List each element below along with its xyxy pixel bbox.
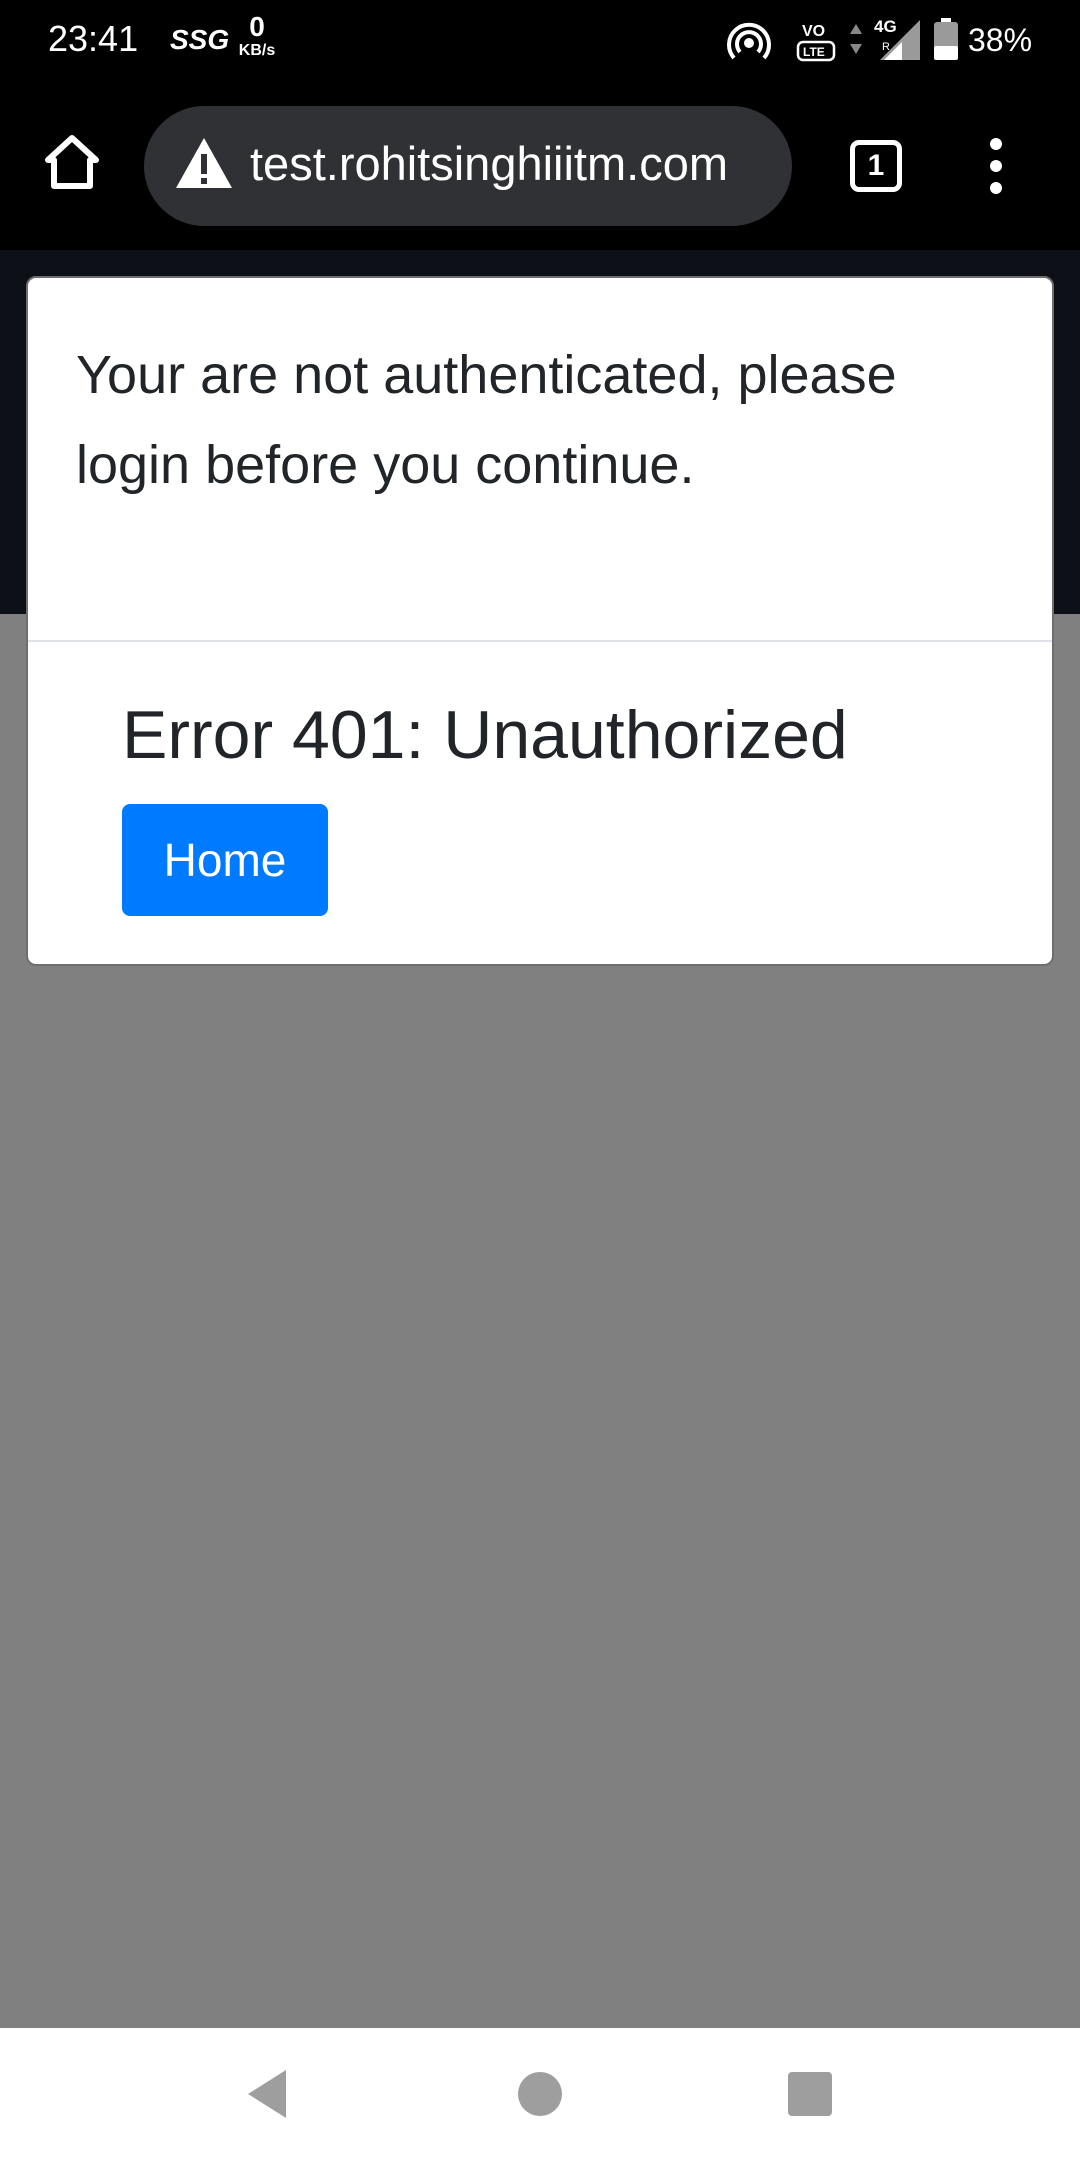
- back-icon[interactable]: [244, 2068, 290, 2120]
- carrier-badge: SSG: [170, 24, 230, 55]
- net-speed: 0 KB/s: [232, 12, 282, 60]
- tab-switcher-button[interactable]: 1: [850, 140, 902, 192]
- battery-percent: 38%: [968, 22, 1033, 58]
- modal-header: Your are not authenticated, please login…: [28, 278, 1052, 642]
- battery-icon: [934, 18, 958, 60]
- url-text[interactable]: test.rohitsinghiiitm.com: [250, 132, 770, 196]
- svg-text:VO: VO: [802, 23, 825, 40]
- svg-text:4G: 4G: [874, 17, 897, 36]
- url-bar[interactable]: test.rohitsinghiiitm.com: [144, 106, 792, 226]
- url-value: test.rohitsinghiiitm.com: [250, 137, 728, 190]
- home-button[interactable]: Home: [122, 804, 328, 916]
- auth-modal: Your are not authenticated, please login…: [26, 276, 1054, 966]
- data-arrows-icon: [850, 24, 862, 54]
- browser-toolbar: test.rohitsinghiiitm.com 1: [0, 84, 1080, 250]
- auth-message: Your are not authenticated, please login…: [76, 345, 897, 495]
- screen: 23:41 SSG 0 KB/s VO LTE 4G R 38% test.ro…: [0, 0, 1080, 2160]
- recents-icon[interactable]: [786, 2070, 834, 2118]
- volte-icon: VO LTE: [796, 23, 836, 62]
- warning-icon[interactable]: [174, 136, 234, 190]
- svg-text:LTE: LTE: [803, 45, 825, 59]
- home-circle-icon[interactable]: [516, 2070, 564, 2118]
- net-speed-unit: KB/s: [238, 42, 276, 59]
- home-icon[interactable]: [40, 130, 104, 194]
- status-time: 23:41: [48, 18, 139, 59]
- hotspot-icon: [727, 22, 771, 60]
- signal-4g-icon: 4G R: [874, 17, 920, 60]
- error-title: Error 401: Unauthorized: [122, 697, 848, 773]
- page-content: Your are not authenticated, please login…: [0, 250, 1080, 2028]
- navigation-bar: [0, 2028, 1080, 2160]
- more-vertical-icon[interactable]: [974, 136, 1018, 196]
- net-speed-value: 0: [249, 11, 265, 42]
- status-bar: 23:41 SSG 0 KB/s VO LTE 4G R 38%: [0, 0, 1080, 84]
- svg-text:R: R: [882, 41, 890, 53]
